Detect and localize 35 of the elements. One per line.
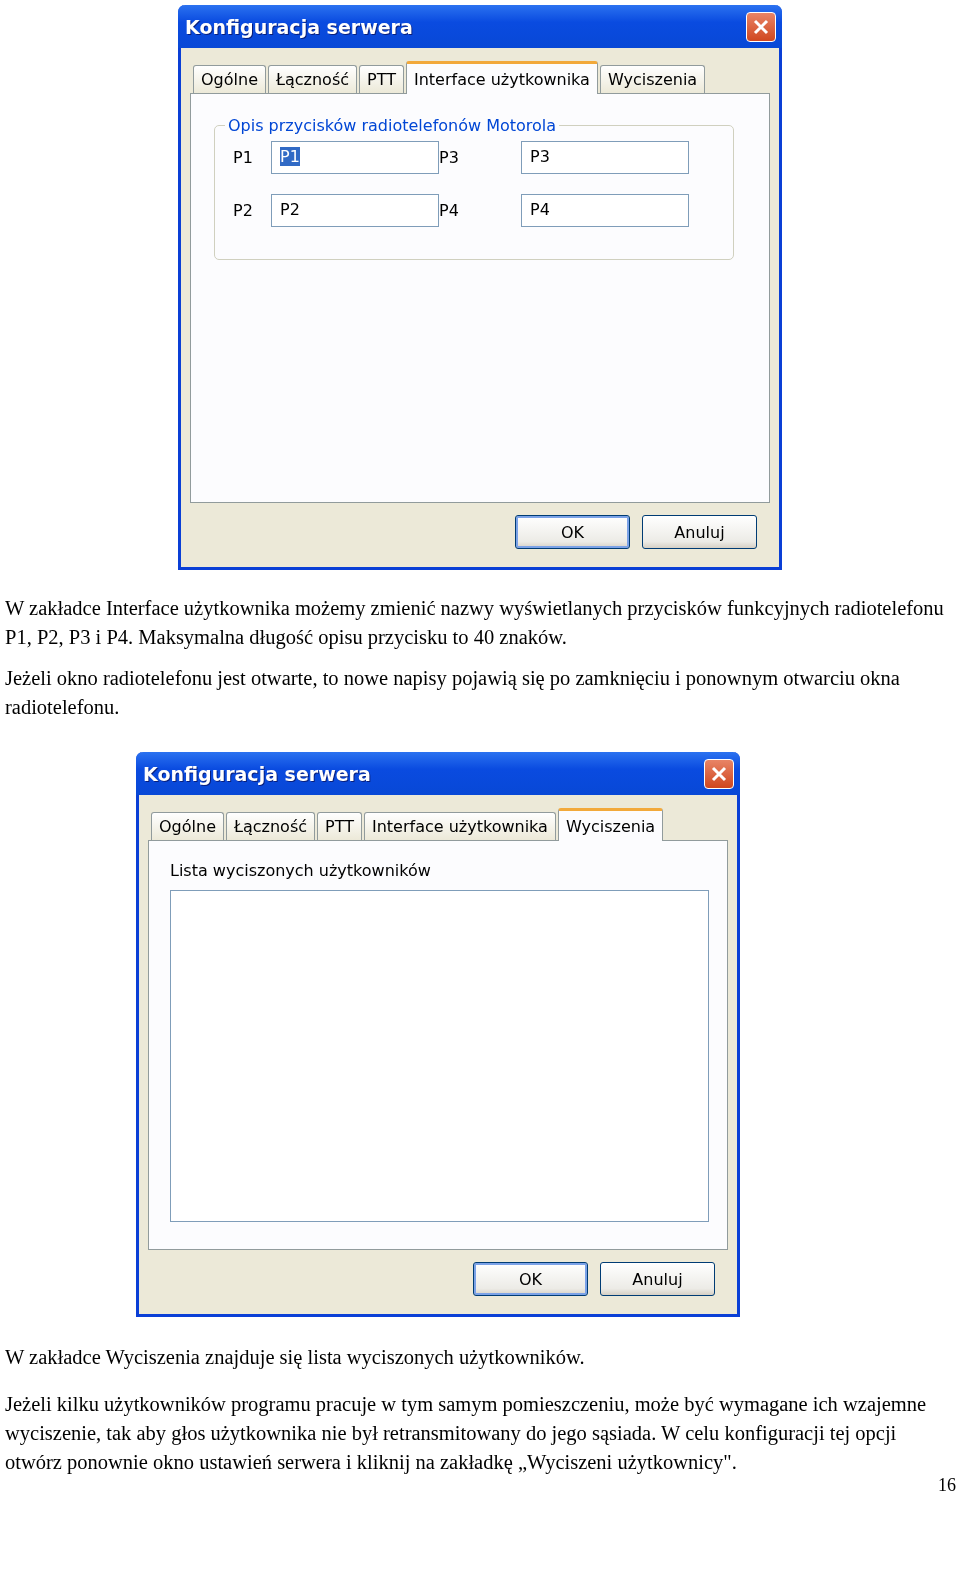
paragraph: Jeżeli okno radiotelefonu jest otwarte, to nowe napisy pojawią się po zamknięciu i ponownym otwarciu okna radiotelefonu. <box>5 666 901 720</box>
group-title: Opis przycisków radiotelefonów Motorola <box>227 116 558 135</box>
tab[interactable]: Ogólne <box>193 65 266 93</box>
dialog-button[interactable]: Anuluj <box>642 515 757 549</box>
close-button[interactable] <box>704 758 734 789</box>
paragraph: Jeżeli kilku użytkowników programu pracuje w tym samym pomieszczeniu, może być wymagane ich wzajemne wyciszenie, tak aby głos użytkownika nie był retransmitowany do jego sąsiada. W celu konfiguracji tej opcji otwórz ponownie okno ustawień serwera i kliknij na zakładkę „Wyciszeni użytkownicy". <box>5 1392 928 1476</box>
input-field[interactable]: P2 <box>271 194 439 227</box>
tab[interactable]: Interface użytkownika <box>405 61 598 94</box>
window-title: Konfiguracja serwera <box>185 15 413 38</box>
tab[interactable]: Ogólne <box>151 812 224 840</box>
page-number: 16 <box>937 1475 957 1496</box>
close-icon <box>753 18 769 35</box>
close-button[interactable] <box>746 11 776 42</box>
tab[interactable]: Łączność <box>267 65 358 93</box>
list-label: Lista wyciszonych użytkowników <box>170 861 431 880</box>
paragraph: W zakładce Wyciszenia znajduje się lista wyciszonych użytkowników. <box>5 1345 586 1371</box>
dialog-button[interactable]: OK <box>473 1262 588 1296</box>
dialog-button[interactable]: OK <box>515 515 630 549</box>
dialog-button[interactable]: Anuluj <box>600 1262 715 1296</box>
window-title: Konfiguracja serwera <box>143 762 371 785</box>
tab[interactable]: PTT <box>317 812 362 840</box>
tab[interactable]: Wyciszenia <box>557 808 664 841</box>
tab[interactable]: Łączność <box>225 812 316 840</box>
close-icon <box>711 765 727 782</box>
input-field[interactable]: P1 <box>271 141 439 174</box>
tab[interactable]: Wyciszenia <box>599 65 706 93</box>
field-label: P4 <box>439 201 460 220</box>
paragraph: W zakładce Interface użytkownika możemy zmienić nazwy wyświetlanych przycisków funkcyjnych radiotelefonu P1, P2, P3 i P4. Maksymalna długość opisu przycisku to 40 znaków. <box>5 596 945 651</box>
tab[interactable]: Interface użytkownika <box>363 812 556 840</box>
field-label: P1 <box>233 148 254 167</box>
field-label: P3 <box>439 148 460 167</box>
input-field[interactable]: P3 <box>521 141 689 174</box>
tab[interactable]: PTT <box>359 65 404 93</box>
input-field[interactable]: P4 <box>521 194 689 227</box>
field-label: P2 <box>233 201 254 220</box>
